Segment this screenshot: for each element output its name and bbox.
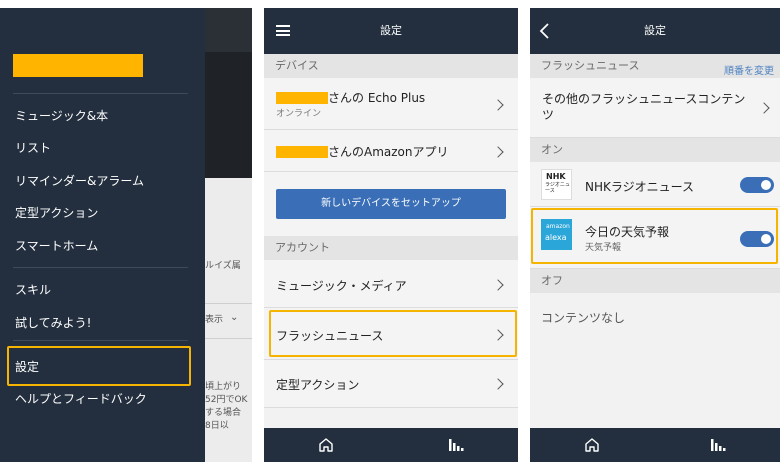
bottom-bar [264, 428, 518, 462]
navigation-drawer-screen: ルイズ属 表示 ⌄ 頃上がり 52円でOK する場合 8日以 ミュージック&本 … [0, 8, 252, 462]
bottom-bar [530, 428, 780, 462]
menu-item-lists[interactable]: リスト [15, 140, 51, 156]
bars-icon[interactable] [710, 437, 726, 453]
home-icon[interactable] [584, 437, 600, 453]
highlight-settings [7, 346, 191, 386]
device-name: さんのAmazonアプリ [276, 143, 449, 160]
section-off: オフ [530, 269, 780, 293]
row-label: ミュージック・メディア [276, 279, 407, 293]
chevron-right-icon [758, 102, 770, 114]
page-title: 設定 [644, 24, 666, 37]
account-row-music-media[interactable]: ミュージック・メディア [264, 260, 518, 308]
menu-item-music-books[interactable]: ミュージック&本 [15, 108, 108, 124]
top-bar: 設定 [530, 8, 780, 54]
drawer: ミュージック&本 リスト リマインダー&アラーム 定型アクション スマートホーム… [0, 8, 205, 462]
divider [13, 267, 188, 268]
section-account: アカウント [264, 236, 518, 260]
redacted-user-name [13, 54, 143, 77]
menu-item-smart-home[interactable]: スマートホーム [15, 238, 98, 254]
logo-text: NHK [546, 172, 566, 181]
device-name: さんの Echo Plus [276, 89, 425, 106]
chevron-right-icon [492, 279, 504, 291]
background-text: 8日以 [205, 421, 229, 431]
logo-subtext: ラジオニュース [545, 182, 570, 194]
reorder-link[interactable]: 順番を変更 [724, 62, 774, 77]
news-title: NHKラジオニュース [585, 180, 695, 194]
setup-area: 新しいデバイスをセットアップ [264, 172, 518, 236]
menu-item-skills[interactable]: スキル [15, 282, 51, 298]
background-text: する場合 [205, 408, 242, 418]
device-name-suffix: さんのAmazonアプリ [328, 145, 449, 159]
toggle-switch[interactable] [740, 177, 774, 193]
row-label: その他のフラッシュニュースコンテンツ [542, 92, 746, 122]
highlight-weather [531, 208, 778, 264]
divider [13, 93, 188, 94]
menu-item-help-feedback[interactable]: ヘルプとフィードバック [15, 391, 147, 407]
device-status: オンライン [276, 109, 322, 119]
bars-icon[interactable] [448, 437, 464, 453]
settings-screen: 設定 デバイス さんの Echo Plus オンライン さんのAmazonアプリ… [264, 8, 518, 462]
flash-news-screen: 設定 フラッシュニュース 順番を変更 その他のフラッシュニュースコンテンツ オン… [530, 8, 780, 462]
background-text: 頃上がり [205, 382, 242, 392]
background-text: 52円でOK [205, 395, 248, 405]
chevron-right-icon [492, 99, 504, 111]
section-on: オン [530, 138, 780, 162]
other-content-row[interactable]: その他のフラッシュニュースコンテンツ [530, 78, 780, 138]
background-text: 表示 [205, 315, 224, 325]
chevron-right-icon [492, 378, 504, 390]
nhk-logo: NHK ラジオニュース [541, 169, 572, 200]
background-text: ルイズ属 [205, 261, 241, 271]
page-title: 設定 [380, 24, 402, 37]
setup-new-device-button[interactable]: 新しいデバイスをセットアップ [276, 189, 506, 219]
account-row-routines[interactable]: 定型アクション [264, 360, 518, 408]
chevron-down-icon: ⌄ [230, 312, 239, 323]
device-row[interactable]: さんのAmazonアプリ [264, 130, 518, 172]
chevron-right-icon [492, 146, 504, 158]
redacted-user-name [276, 146, 328, 158]
menu-item-reminders-alarms[interactable]: リマインダー&アラーム [15, 173, 144, 189]
empty-message: コンテンツなし [541, 311, 626, 325]
divider [13, 340, 188, 341]
menu-item-try[interactable]: 試してみよう! [15, 315, 91, 331]
device-row[interactable]: さんの Echo Plus オンライン [264, 78, 518, 130]
row-label: 定型アクション [276, 378, 360, 392]
redacted-user-name [276, 92, 328, 104]
section-devices: デバイス [264, 54, 518, 78]
highlight-flash-news [269, 310, 517, 357]
news-row-nhk[interactable]: NHK ラジオニュース NHKラジオニュース [530, 162, 780, 207]
menu-item-routines[interactable]: 定型アクション [15, 205, 98, 221]
home-icon[interactable] [318, 437, 334, 453]
background-divider [205, 338, 252, 339]
background-divider [205, 303, 252, 304]
top-bar: 設定 [264, 8, 518, 54]
device-name-suffix: さんの Echo Plus [328, 91, 426, 105]
